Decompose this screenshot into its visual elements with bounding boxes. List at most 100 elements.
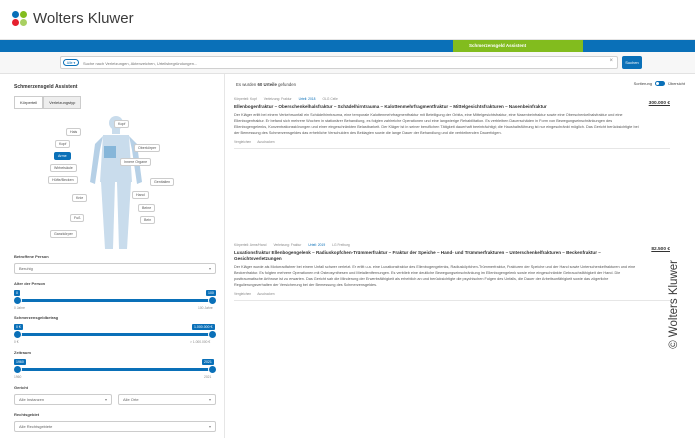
card-title[interactable]: Luxationsfraktur Ellenbogengelenk – Radi… [234,250,629,262]
search-button[interactable]: Suchen [622,56,642,69]
court-instance-value: Alle Instanzen [19,397,45,402]
filter-label-betrag: Schmerzensgeldbetrag [14,315,59,320]
search-box: Alle ▾ × [60,56,618,69]
card-amount[interactable]: 300.000 € [649,101,670,106]
age-min-thumb[interactable] [13,296,22,305]
meta-item: OLG Celle [322,97,338,101]
body-label-fuss[interactable]: Fuß [70,214,85,222]
body-label-arme[interactable]: Arme [54,152,71,160]
body-label-kopf-2[interactable]: Kopf [55,140,71,148]
brand-name: Wolters Kluwer [33,10,134,27]
body-label-hand[interactable]: Hand [132,191,149,199]
result-count-value: 60 Urteile [257,82,277,87]
meta-item: Körperteil: Arme/Hand [234,243,267,247]
amount-scale-max: > 1.000.000 € [190,340,211,344]
chevron-down-icon: ▾ [208,397,211,402]
meta-item: Verletzung: Fraktur [263,97,292,101]
age-slider[interactable] [13,296,217,305]
top-header: Wolters Kluwer [0,0,695,40]
result-card[interactable]: Körperteil: Arme/Hand Verletzung: Fraktu… [234,240,670,302]
meta-item: Körperteil: Kopf [234,97,257,101]
brand-logo[interactable]: Wolters Kluwer [12,10,134,27]
card-footer: Vergleichen Ausdrucken [234,140,670,148]
compare-link[interactable]: Vergleichen [234,292,251,296]
result-count-prefix: Es wurden [236,82,257,87]
body-label-ganzkoerper[interactable]: Ganzkörper [50,230,77,238]
age-scale-max: 100 Jahre [198,306,213,310]
card-text: Der Kläger wurde als Motorradfahrer bei … [234,265,636,288]
print-link[interactable]: Ausdrucken [257,140,274,144]
logo-mark-icon [12,10,28,27]
period-slider-fill [16,368,214,371]
period-max-thumb[interactable] [208,365,217,374]
filter-tabs: Körperteil Verletzungstyp [14,96,82,109]
body-label-kopf[interactable]: Kopf [114,120,130,128]
card-amount[interactable]: 82.500 € [651,247,670,252]
age-max-thumb[interactable] [208,296,217,305]
print-link[interactable]: Ausdrucken [257,292,274,296]
tab-schmerzensgeld-assistent[interactable]: Schmerzensgeld Assistent [453,40,583,52]
filter-panel: Schmerzensgeld Assistent Körperteil Verl… [0,74,225,438]
amount-slider[interactable] [13,330,217,339]
search-input[interactable] [83,59,563,67]
tab-koerperteil[interactable]: Körperteil [14,96,44,109]
overview-toggle[interactable] [655,81,666,86]
body-label-genitalien[interactable]: Genitalien [150,178,175,186]
filter-label-alter: Alter der Person [14,281,46,286]
period-scale-max: 2021 [204,375,212,379]
copyright-notice: © Wolters Kluwer [668,260,680,349]
overview-label[interactable]: Übersicht [668,81,685,86]
age-slider-fill [16,299,214,302]
amount-scale-min: 0 € [14,340,19,344]
meta-item: Verletzung: Fraktur [273,243,302,247]
meta-item: Urteil: 2018 [298,97,316,101]
result-card[interactable]: Körperteil: Kopf Verletzung: Fraktur Urt… [234,94,670,150]
body-figure-icon[interactable] [86,114,146,254]
chevron-down-icon: ▾ [208,266,211,271]
filter-label-zeitraum: Zeitraum [14,350,31,355]
court-instance-select[interactable]: Alle Instanzen ▾ [14,394,112,405]
amount-min-thumb[interactable] [13,330,22,339]
court-location-select[interactable]: Alle Orte ▾ [118,394,216,405]
search-row: Alle ▾ × Suchen [0,52,695,74]
amount-min-value: 0 € [14,324,23,330]
law-area-select[interactable]: Alle Rechtsgebiete ▾ [14,421,216,432]
result-count-suffix: gefunden [278,82,297,87]
result-count: Es wurden 60 Urteile gefunden [236,82,296,87]
sort-controls: Sortierung Übersicht [634,81,685,86]
person-select[interactable]: Beruhig ▾ [14,263,216,274]
card-meta: Körperteil: Kopf Verletzung: Fraktur Urt… [234,97,670,101]
card-title[interactable]: Ellenbogenfraktur – Oberschenkelhalsfrak… [234,104,629,110]
meta-item: LG Freiburg [332,243,350,247]
body-label-huefte-becken[interactable]: Hüfte/Becken [48,176,78,184]
meta-item: Urteil: 2019 [308,243,326,247]
court-location-value: Alle Orte [123,397,139,402]
body-label-beine[interactable]: Beine [138,204,156,212]
card-text: Der Kläger erlitt bei einem Verkehrsunfa… [234,113,639,136]
clear-icon[interactable]: × [609,58,613,64]
body-label-innere-organe[interactable]: Innere Organe [120,158,152,166]
body-label-wirbelsaeule[interactable]: Wirbelsäule [50,164,77,172]
body-label-hals[interactable]: Hals [66,128,82,136]
law-area-value: Alle Rechtsgebiete [19,424,53,429]
sort-label[interactable]: Sortierung [634,81,652,86]
search-scope-dropdown[interactable]: Alle ▾ [63,59,79,66]
tab-verletzungstyp[interactable]: Verletzungstyp [43,96,82,109]
period-min-thumb[interactable] [13,365,22,374]
person-select-value: Beruhig [19,266,33,271]
body-map: Kopf Hals Kopf Arme Wirbelsäule Innere O… [14,112,224,249]
filter-label-person: Betroffene Person [14,254,49,259]
results-panel: Es wurden 60 Urteile gefunden Sortierung… [226,74,695,438]
body-label-knie[interactable]: Knie [72,194,88,202]
period-scale-min: 1960 [14,375,22,379]
period-slider[interactable] [13,365,217,374]
card-footer: Vergleichen Ausdrucken [234,292,670,300]
filter-label-rechtsgebiet: Rechtsgebiet [14,412,40,417]
chevron-down-icon: ▾ [104,397,107,402]
compare-link[interactable]: Vergleichen [234,140,251,144]
amount-slider-fill [16,333,214,336]
amount-max-thumb[interactable] [208,330,217,339]
body-label-bein[interactable]: Bein [140,216,156,224]
body-label-oberkoerper[interactable]: Oberkörper [134,144,161,152]
chevron-down-icon: ▾ [208,424,211,429]
